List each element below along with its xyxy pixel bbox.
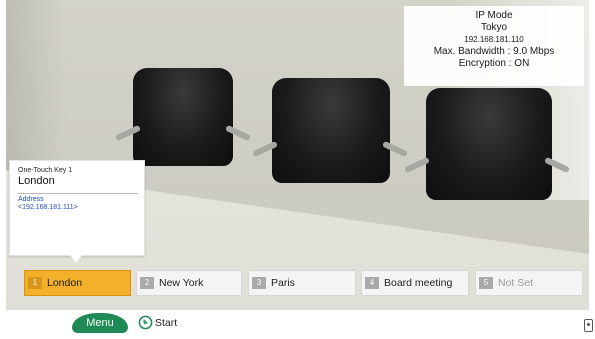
chair-right <box>403 88 571 200</box>
key-number-badge: 2 <box>140 277 154 289</box>
tooltip-heading: One-Touch Key 1 <box>18 167 73 174</box>
start-label: Start <box>155 317 178 329</box>
key-label: New York <box>159 277 204 289</box>
one-touch-key-2[interactable]: 2 New York <box>136 270 242 296</box>
info-site-name: Tokyo <box>480 22 508 33</box>
one-touch-key-4[interactable]: 4 Board meeting <box>361 270 469 296</box>
key-number-badge: 1 <box>28 277 42 289</box>
one-touch-key-1[interactable]: 1 London <box>24 270 131 296</box>
tooltip-address: <192.168.181.111> <box>18 204 78 211</box>
one-touch-key-3[interactable]: 3 Paris <box>248 270 356 296</box>
key-number-badge: 4 <box>365 277 379 289</box>
device-status-icon <box>584 319 593 332</box>
info-mode: IP Mode <box>475 10 513 21</box>
key-label: Not Set <box>498 277 534 289</box>
one-touch-key-bar: 1 London 2 New York 3 Paris 4 Board meet… <box>0 262 595 300</box>
key-number-badge: 5 <box>479 277 493 289</box>
connection-info-panel: IP Mode Tokyo 192.168.181.110 Max. Bandw… <box>404 6 584 86</box>
key-number-badge: 3 <box>252 277 266 289</box>
key-label: Paris <box>271 277 295 289</box>
tooltip-site-name: London <box>18 175 55 187</box>
info-ip-address: 192.168.181.110 <box>464 35 524 44</box>
bottom-control-bar: Menu Start <box>0 310 595 339</box>
start-icon[interactable] <box>138 315 153 330</box>
info-bandwidth: Max. Bandwidth : 9.0 Mbps <box>433 46 555 57</box>
one-touch-key-5[interactable]: 5 Not Set <box>475 270 583 296</box>
key-label: London <box>47 277 83 289</box>
tooltip-address-label: Address <box>18 196 44 203</box>
chair-middle <box>251 78 409 183</box>
tooltip-divider <box>18 193 138 194</box>
menu-button[interactable]: Menu <box>72 313 128 333</box>
key-label: Board meeting <box>384 277 453 289</box>
chair-left <box>114 68 252 166</box>
one-touch-key-tooltip: One-Touch Key 1 London Address <192.168.… <box>9 160 145 256</box>
info-encryption: Encryption : ON <box>458 58 530 69</box>
